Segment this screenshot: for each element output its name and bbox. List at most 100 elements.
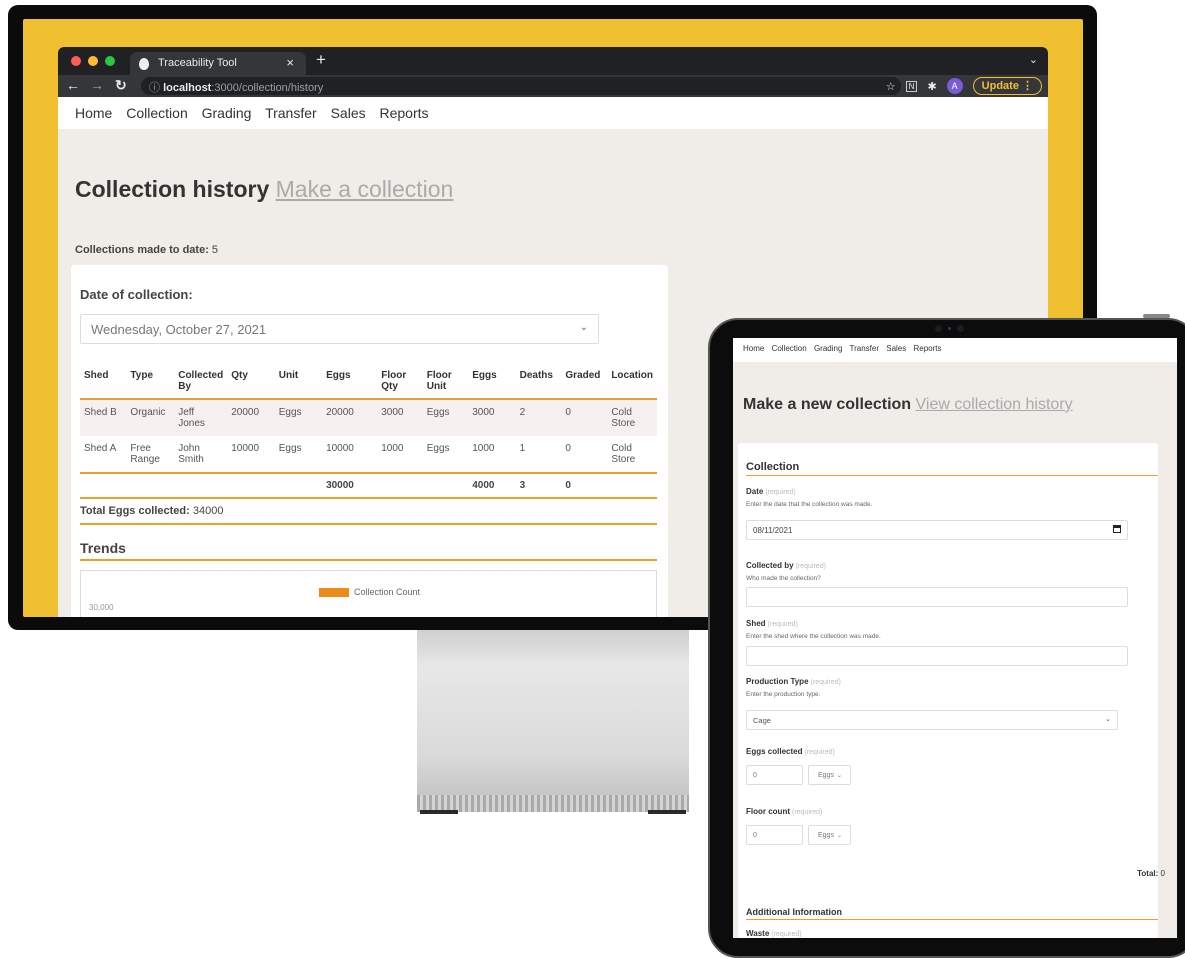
total-eggs-label: Total Eggs collected: (80, 505, 190, 517)
total-cell (126, 472, 175, 499)
collection-form: Collection Date (required) Enter the date… (738, 443, 1165, 938)
eggs-unit-select[interactable]: Eggs ⌄ (808, 765, 851, 785)
waste-label: Waste (required) (746, 929, 802, 938)
table-cell: 1 (519, 443, 526, 454)
total-cell (80, 472, 127, 499)
back-arrow-icon[interactable]: ← (66, 77, 80, 93)
total-cell (377, 472, 423, 499)
shed-label-text: Shed (746, 619, 766, 628)
page-title: Collection history Make a collection (75, 176, 453, 203)
floor-count-input[interactable]: 0 (746, 825, 803, 845)
column-header: Location (607, 362, 657, 400)
monitor-stand (417, 630, 689, 812)
chevron-down-icon: ⌄ (836, 773, 842, 779)
menu-dots-icon: ⋮ (1022, 80, 1033, 92)
nav-sales[interactable]: Sales (331, 105, 366, 121)
tablet-camera (935, 324, 995, 332)
floor-count-label-text: Floor count (746, 807, 790, 816)
required-hint: (required) (765, 489, 796, 496)
extensions-area: ☆ N ✱ A Update ⋮ (886, 77, 1042, 95)
required-hint: (required) (767, 621, 798, 628)
shed-input[interactable] (746, 646, 1128, 666)
chevron-down-icon[interactable]: ⌄ (1029, 53, 1038, 66)
address-bar[interactable]: ⓘ localhost:3000/collection/history (141, 77, 901, 95)
chart-legend[interactable]: Collection Count (319, 587, 420, 597)
bookmark-star-icon[interactable]: ☆ (886, 80, 896, 93)
monitor-stand-feet (417, 810, 689, 814)
floor-unit-select[interactable]: Eggs ⌄ (808, 825, 851, 845)
nav-transfer[interactable]: Transfer (265, 105, 317, 121)
maximize-window-dot[interactable] (105, 56, 115, 66)
form-total-label: Total: (1137, 869, 1159, 878)
additional-info-section-title: Additional Information (746, 907, 1158, 920)
close-window-dot[interactable] (71, 56, 81, 66)
table-cell: 1000 (472, 443, 495, 454)
browser-toolbar: ← → ↻ ⓘ localhost:3000/collection/histor… (58, 75, 1048, 97)
table-cell: Organic (130, 407, 166, 418)
nav-home[interactable]: Home (743, 344, 764, 353)
production-type-help: Enter the production type. (746, 691, 821, 698)
update-button[interactable]: Update ⋮ (972, 77, 1042, 95)
table-header-row: Shed Type Collected By Qty Unit Eggs Flo… (80, 362, 657, 400)
required-hint: (required) (771, 931, 802, 938)
tab-close-icon[interactable]: × (286, 55, 294, 70)
minimize-window-dot[interactable] (88, 56, 98, 66)
collected-by-label-text: Collected by (746, 561, 794, 570)
nav-collection[interactable]: Collection (126, 105, 187, 121)
table-cell: 0 (565, 407, 571, 418)
url-path: :3000/collection/history (211, 82, 324, 94)
table-cell: Free Range (130, 443, 160, 465)
table-cell: Eggs (426, 407, 450, 418)
table-cell: Eggs (426, 443, 450, 454)
notion-extension-icon[interactable]: N (905, 80, 918, 92)
forward-arrow-icon[interactable]: → (90, 77, 104, 93)
profile-avatar[interactable]: A (946, 78, 963, 94)
total-cell (607, 472, 657, 499)
calendar-icon[interactable] (1113, 525, 1121, 533)
tab-title: Traceability Tool (158, 57, 237, 69)
history-card: Date of collection: Wednesday, October 2… (71, 265, 668, 617)
nav-collection[interactable]: Collection (772, 344, 807, 353)
page-title-text: Collection history (75, 176, 270, 202)
total-eggs-value: 34000 (192, 505, 224, 517)
view-history-link[interactable]: View collection history (916, 396, 1073, 413)
nav-reports[interactable]: Reports (913, 344, 941, 353)
trends-heading: Trends (80, 540, 657, 561)
make-collection-link[interactable]: Make a collection (276, 176, 454, 202)
eggs-collected-input[interactable]: 0 (746, 765, 803, 785)
column-header: Collected By (174, 362, 228, 400)
site-info-icon[interactable]: ⓘ (149, 82, 160, 94)
nav-home[interactable]: Home (75, 105, 112, 121)
table-cell: Cold Store (611, 407, 636, 429)
date-input[interactable]: 08/11/2021 (746, 520, 1128, 540)
nav-sales[interactable]: Sales (886, 344, 906, 353)
production-type-label: Production Type (required) (746, 677, 841, 686)
legend-label: Collection Count (354, 587, 421, 597)
date-select-value: Wednesday, October 27, 2021 (91, 322, 267, 337)
egg-icon (139, 58, 149, 70)
puzzle-piece-icon[interactable]: ✱ (927, 80, 936, 93)
column-header: Qty (227, 362, 275, 400)
table-cell: 3000 (472, 407, 495, 418)
nav-reports[interactable]: Reports (380, 105, 429, 121)
nav-transfer[interactable]: Transfer (850, 344, 880, 353)
date-help: Enter the date that the collection was m… (746, 501, 873, 508)
production-type-select[interactable]: Cage ⌄ (746, 710, 1118, 730)
column-header: Shed (80, 362, 127, 400)
total-cell: 0 (561, 472, 608, 499)
total-cell: 4000 (468, 472, 516, 499)
collected-by-input[interactable] (746, 587, 1128, 607)
date-select[interactable]: Wednesday, October 27, 2021 ⌄ (80, 314, 599, 344)
collected-by-label: Collected by (required) (746, 561, 826, 570)
eggs-collected-label-text: Eggs collected (746, 747, 803, 756)
form-page-title: Make a new collection View collection hi… (743, 396, 1073, 414)
table-row: Shed A Free Range John Smith 10000 Eggs … (80, 436, 657, 473)
nav-grading[interactable]: Grading (202, 105, 252, 121)
table-cell: 3000 (381, 407, 404, 418)
table-cell: 10000 (231, 443, 260, 454)
reload-icon[interactable]: ↻ (115, 77, 127, 94)
nav-grading[interactable]: Grading (814, 344, 842, 353)
total-eggs: Total Eggs collected: 34000 (80, 505, 657, 525)
browser-tab[interactable]: Traceability Tool × (130, 52, 306, 75)
new-tab-icon[interactable]: + (316, 50, 326, 70)
